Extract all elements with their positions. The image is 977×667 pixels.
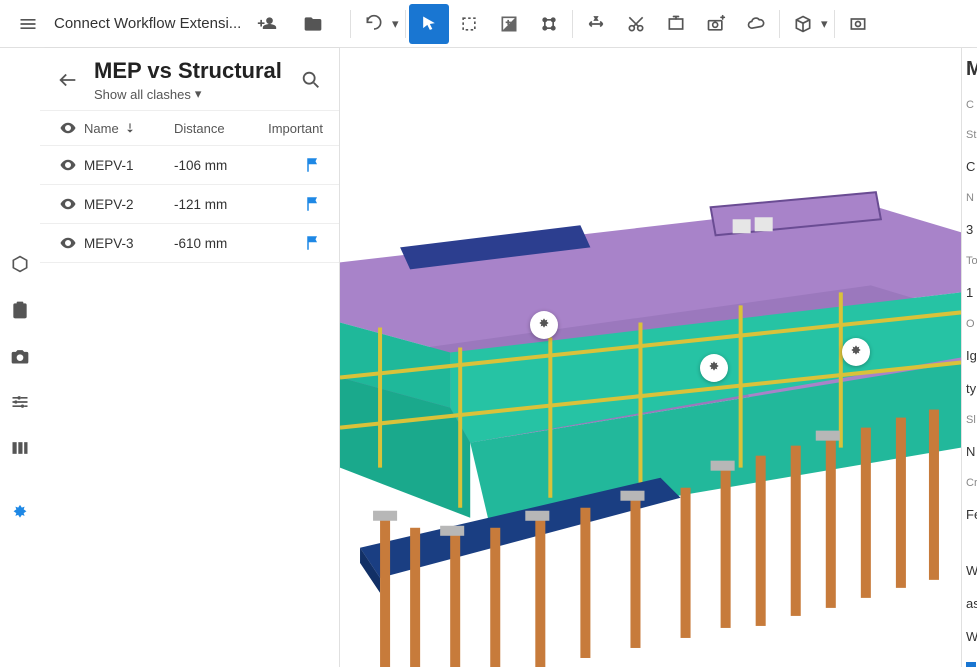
rail-camera-icon[interactable]	[4, 340, 36, 372]
panel-title: MEP vs Structural	[94, 58, 287, 84]
filter-label: Show all clashes	[94, 87, 191, 102]
row-distance: -106 mm	[174, 158, 264, 173]
cut-tool[interactable]	[616, 4, 656, 44]
row-name: MEPV-1	[84, 158, 174, 173]
visibility-toggle[interactable]	[52, 156, 84, 174]
column-important[interactable]: Important	[264, 121, 327, 136]
column-visibility-icon[interactable]	[52, 119, 84, 137]
peek-action-button[interactable]	[966, 662, 976, 667]
caret-down-icon: ▾	[195, 86, 202, 102]
row-name: MEPV-2	[84, 197, 174, 212]
selection-rect-tool[interactable]	[449, 4, 489, 44]
visibility-toggle[interactable]	[52, 195, 84, 213]
row-name: MEPV-3	[84, 236, 174, 251]
rail-cube-icon[interactable]	[4, 248, 36, 280]
table-row[interactable]: MEPV-2 -121 mm	[40, 185, 339, 224]
folder-button[interactable]	[293, 4, 333, 44]
flag-icon[interactable]	[264, 195, 327, 213]
left-rail	[0, 48, 40, 667]
hamburger-menu-button[interactable]	[8, 4, 48, 44]
clash-panel: MEP vs Structural Show all clashes ▾ Nam…	[40, 48, 340, 667]
clash-marker[interactable]	[842, 338, 870, 366]
flag-icon[interactable]	[264, 234, 327, 252]
cube-view-button[interactable]	[783, 4, 823, 44]
column-distance[interactable]: Distance	[174, 121, 264, 136]
undo-button[interactable]	[354, 4, 394, 44]
search-button[interactable]	[295, 64, 327, 96]
right-properties-panel[interactable]: M C St C N 3 To 1 O Ig ty Sl N Cr Fe W a…	[961, 48, 977, 667]
rail-clipboard-icon[interactable]	[4, 294, 36, 326]
viewport-3d[interactable]	[340, 48, 961, 667]
exposure-tool[interactable]	[489, 4, 529, 44]
camera-add-tool[interactable]	[696, 4, 736, 44]
flag-icon[interactable]	[264, 156, 327, 174]
clash-marker[interactable]	[530, 311, 558, 339]
transform-tool[interactable]	[529, 4, 569, 44]
sort-down-icon	[123, 121, 137, 135]
app-title: Connect Workflow Extensi...	[54, 15, 241, 32]
visibility-toggle[interactable]	[52, 234, 84, 252]
table-header: Name Distance Important	[40, 110, 339, 146]
rail-sliders-icon[interactable]	[4, 386, 36, 418]
pointer-tool[interactable]	[409, 4, 449, 44]
svg-text:x: x	[595, 15, 598, 21]
table-row[interactable]: MEPV-1 -106 mm	[40, 146, 339, 185]
column-name[interactable]: Name	[84, 121, 174, 136]
rail-clash-icon[interactable]	[4, 498, 36, 530]
row-distance: -121 mm	[174, 197, 264, 212]
add-user-button[interactable]	[247, 4, 287, 44]
row-distance: -610 mm	[174, 236, 264, 251]
render-settings-button[interactable]	[838, 4, 878, 44]
markup-tool[interactable]	[656, 4, 696, 44]
rail-columns-icon[interactable]	[4, 432, 36, 464]
peek-heading: M	[966, 58, 977, 81]
back-button[interactable]	[50, 62, 86, 98]
cloud-tool[interactable]	[736, 4, 776, 44]
measure-tool[interactable]: x	[576, 4, 616, 44]
filter-dropdown[interactable]: Show all clashes ▾	[94, 86, 287, 102]
table-row[interactable]: MEPV-3 -610 mm	[40, 224, 339, 263]
clash-marker[interactable]	[700, 354, 728, 382]
